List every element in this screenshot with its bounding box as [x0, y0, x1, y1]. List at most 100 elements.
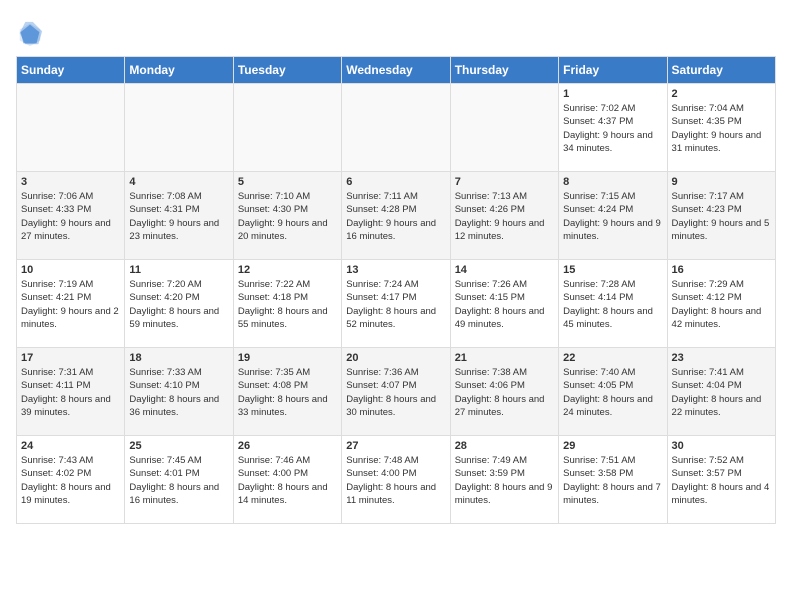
- weekday-header-monday: Monday: [125, 57, 233, 84]
- week-row-4: 17Sunrise: 7:31 AM Sunset: 4:11 PM Dayli…: [17, 348, 776, 436]
- day-info: Sunrise: 7:40 AM Sunset: 4:05 PM Dayligh…: [563, 366, 662, 419]
- day-info: Sunrise: 7:11 AM Sunset: 4:28 PM Dayligh…: [346, 190, 445, 243]
- calendar-cell: 6 Sunrise: 7:11 AM Sunset: 4:28 PM Daylig…: [342, 172, 450, 260]
- calendar-cell: 22 Sunrise: 7:40 AM Sunset: 4:05 PM Dayli…: [559, 348, 667, 436]
- calendar-cell: 29Sunrise: 7:51 AM Sunset: 3:58 PM Dayli…: [559, 436, 667, 524]
- calendar-cell: 9Sunrise: 7:17 AM Sunset: 4:23 PM Daylig…: [667, 172, 775, 260]
- weekday-header-wednesday: Wednesday: [342, 57, 450, 84]
- calendar-cell: 7 Sunrise: 7:13 AM Sunset: 4:26 PM Daylig…: [450, 172, 558, 260]
- calendar-cell: 19Sunrise: 7:35 AM Sunset: 4:08 PM Dayli…: [233, 348, 341, 436]
- day-info: Sunrise: 7:45 AM Sunset: 4:01 PM Dayligh…: [129, 454, 228, 507]
- day-info: Sunrise: 7:31 AM Sunset: 4:11 PM Dayligh…: [21, 366, 120, 419]
- day-info: Sunrise: 7:41 AM Sunset: 4:04 PM Dayligh…: [672, 366, 771, 419]
- day-number: 21: [455, 352, 554, 364]
- calendar-cell: 28 Sunrise: 7:49 AM Sunset: 3:59 PM Dayli…: [450, 436, 558, 524]
- day-number: 29: [563, 440, 662, 452]
- day-number: 7: [455, 176, 554, 188]
- day-info: Sunrise: 7:13 AM Sunset: 4:26 PM Dayligh…: [455, 190, 554, 243]
- calendar-cell: [342, 84, 450, 172]
- calendar-cell: 15 Sunrise: 7:28 AM Sunset: 4:14 PM Dayli…: [559, 260, 667, 348]
- calendar-cell: 20Sunrise: 7:36 AM Sunset: 4:07 PM Dayli…: [342, 348, 450, 436]
- day-number: 30: [672, 440, 771, 452]
- week-row-3: 10 Sunrise: 7:19 AM Sunset: 4:21 PM Dayli…: [17, 260, 776, 348]
- day-info: Sunrise: 7:48 AM Sunset: 4:00 PM Dayligh…: [346, 454, 445, 507]
- weekday-header-tuesday: Tuesday: [233, 57, 341, 84]
- day-info: Sunrise: 7:38 AM Sunset: 4:06 PM Dayligh…: [455, 366, 554, 419]
- day-number: 23: [672, 352, 771, 364]
- day-info: Sunrise: 7:43 AM Sunset: 4:02 PM Dayligh…: [21, 454, 120, 507]
- logo-icon: [16, 20, 44, 48]
- weekday-header-saturday: Saturday: [667, 57, 775, 84]
- calendar-cell: 4 Sunrise: 7:08 AM Sunset: 4:31 PM Daylig…: [125, 172, 233, 260]
- day-number: 20: [346, 352, 445, 364]
- weekday-header-thursday: Thursday: [450, 57, 558, 84]
- calendar-cell: 1 Sunrise: 7:02 AM Sunset: 4:37 PM Daylig…: [559, 84, 667, 172]
- day-number: 15: [563, 264, 662, 276]
- day-number: 4: [129, 176, 228, 188]
- day-number: 12: [238, 264, 337, 276]
- calendar-cell: [450, 84, 558, 172]
- calendar-cell: 8 Sunrise: 7:15 AM Sunset: 4:24 PM Daylig…: [559, 172, 667, 260]
- day-info: Sunrise: 7:20 AM Sunset: 4:20 PM Dayligh…: [129, 278, 228, 331]
- day-number: 2: [672, 88, 771, 100]
- calendar-cell: 21 Sunrise: 7:38 AM Sunset: 4:06 PM Dayli…: [450, 348, 558, 436]
- calendar: SundayMondayTuesdayWednesdayThursdayFrid…: [16, 56, 776, 524]
- calendar-cell: 10 Sunrise: 7:19 AM Sunset: 4:21 PM Dayli…: [17, 260, 125, 348]
- day-info: Sunrise: 7:22 AM Sunset: 4:18 PM Dayligh…: [238, 278, 337, 331]
- calendar-cell: 23 Sunrise: 7:41 AM Sunset: 4:04 PM Dayli…: [667, 348, 775, 436]
- day-number: 5: [238, 176, 337, 188]
- day-info: Sunrise: 7:28 AM Sunset: 4:14 PM Dayligh…: [563, 278, 662, 331]
- calendar-cell: 13 Sunrise: 7:24 AM Sunset: 4:17 PM Dayli…: [342, 260, 450, 348]
- day-number: 26: [238, 440, 337, 452]
- calendar-cell: [17, 84, 125, 172]
- day-number: 27: [346, 440, 445, 452]
- day-number: 11: [129, 264, 228, 276]
- weekday-header-friday: Friday: [559, 57, 667, 84]
- day-info: Sunrise: 7:24 AM Sunset: 4:17 PM Dayligh…: [346, 278, 445, 331]
- day-number: 22: [563, 352, 662, 364]
- day-number: 16: [672, 264, 771, 276]
- day-number: 28: [455, 440, 554, 452]
- weekday-header-row: SundayMondayTuesdayWednesdayThursdayFrid…: [17, 57, 776, 84]
- calendar-cell: 5 Sunrise: 7:10 AM Sunset: 4:30 PM Daylig…: [233, 172, 341, 260]
- week-row-1: 1 Sunrise: 7:02 AM Sunset: 4:37 PM Daylig…: [17, 84, 776, 172]
- day-number: 13: [346, 264, 445, 276]
- header: [16, 16, 776, 48]
- day-number: 25: [129, 440, 228, 452]
- day-number: 3: [21, 176, 120, 188]
- calendar-cell: 11 Sunrise: 7:20 AM Sunset: 4:20 PM Dayli…: [125, 260, 233, 348]
- day-info: Sunrise: 7:06 AM Sunset: 4:33 PM Dayligh…: [21, 190, 120, 243]
- weekday-header-sunday: Sunday: [17, 57, 125, 84]
- logo: [16, 20, 48, 48]
- calendar-cell: 18 Sunrise: 7:33 AM Sunset: 4:10 PM Dayli…: [125, 348, 233, 436]
- day-number: 10: [21, 264, 120, 276]
- day-number: 8: [563, 176, 662, 188]
- day-number: 14: [455, 264, 554, 276]
- day-info: Sunrise: 7:17 AM Sunset: 4:23 PM Dayligh…: [672, 190, 771, 243]
- week-row-2: 3 Sunrise: 7:06 AM Sunset: 4:33 PM Daylig…: [17, 172, 776, 260]
- day-number: 1: [563, 88, 662, 100]
- calendar-cell: 25 Sunrise: 7:45 AM Sunset: 4:01 PM Dayli…: [125, 436, 233, 524]
- day-number: 6: [346, 176, 445, 188]
- day-info: Sunrise: 7:08 AM Sunset: 4:31 PM Dayligh…: [129, 190, 228, 243]
- day-info: Sunrise: 7:49 AM Sunset: 3:59 PM Dayligh…: [455, 454, 554, 507]
- day-info: Sunrise: 7:10 AM Sunset: 4:30 PM Dayligh…: [238, 190, 337, 243]
- day-info: Sunrise: 7:02 AM Sunset: 4:37 PM Dayligh…: [563, 102, 662, 155]
- day-number: 19: [238, 352, 337, 364]
- day-info: Sunrise: 7:33 AM Sunset: 4:10 PM Dayligh…: [129, 366, 228, 419]
- calendar-cell: 2Sunrise: 7:04 AM Sunset: 4:35 PM Daylig…: [667, 84, 775, 172]
- week-row-5: 24Sunrise: 7:43 AM Sunset: 4:02 PM Dayli…: [17, 436, 776, 524]
- calendar-cell: 17Sunrise: 7:31 AM Sunset: 4:11 PM Dayli…: [17, 348, 125, 436]
- calendar-cell: 30Sunrise: 7:52 AM Sunset: 3:57 PM Dayli…: [667, 436, 775, 524]
- calendar-cell: [125, 84, 233, 172]
- day-info: Sunrise: 7:29 AM Sunset: 4:12 PM Dayligh…: [672, 278, 771, 331]
- calendar-cell: 16 Sunrise: 7:29 AM Sunset: 4:12 PM Dayli…: [667, 260, 775, 348]
- day-number: 18: [129, 352, 228, 364]
- calendar-cell: 27 Sunrise: 7:48 AM Sunset: 4:00 PM Dayli…: [342, 436, 450, 524]
- day-info: Sunrise: 7:15 AM Sunset: 4:24 PM Dayligh…: [563, 190, 662, 243]
- calendar-cell: 14Sunrise: 7:26 AM Sunset: 4:15 PM Dayli…: [450, 260, 558, 348]
- day-info: Sunrise: 7:19 AM Sunset: 4:21 PM Dayligh…: [21, 278, 120, 331]
- day-info: Sunrise: 7:46 AM Sunset: 4:00 PM Dayligh…: [238, 454, 337, 507]
- calendar-cell: 24Sunrise: 7:43 AM Sunset: 4:02 PM Dayli…: [17, 436, 125, 524]
- calendar-cell: [233, 84, 341, 172]
